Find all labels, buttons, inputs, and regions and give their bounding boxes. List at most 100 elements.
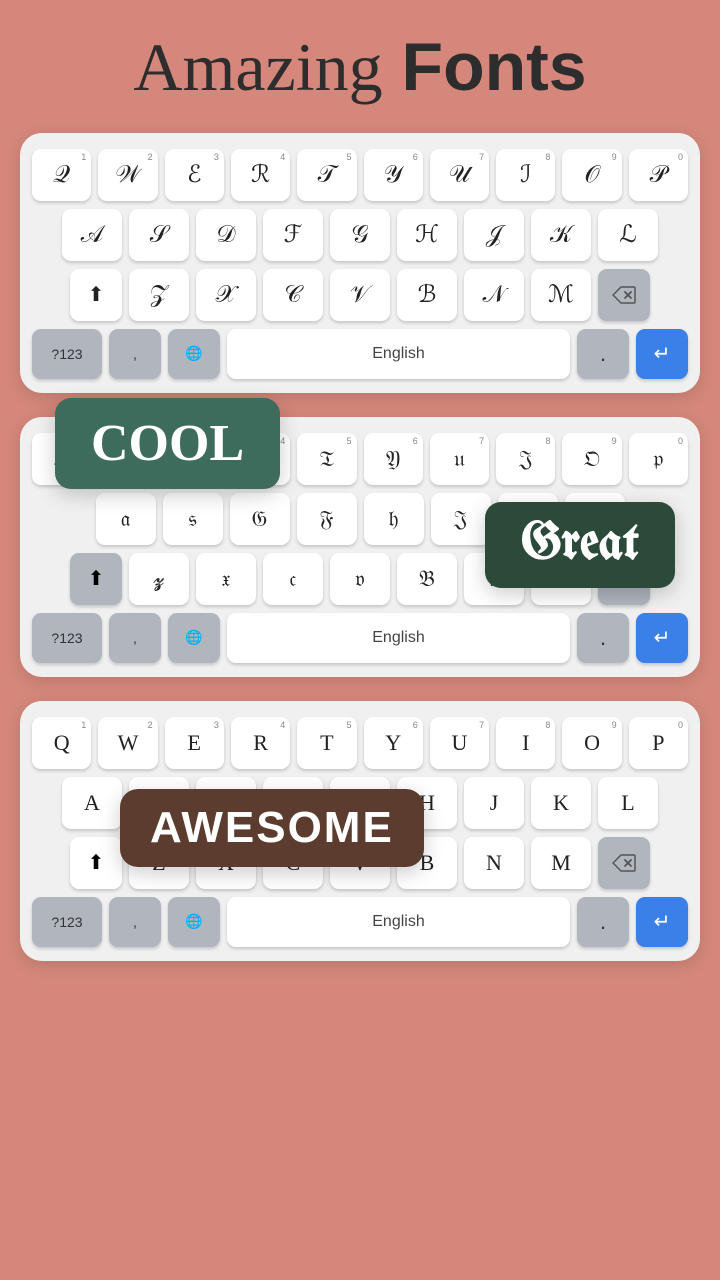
key-u[interactable]: 7𝒰 — [430, 149, 489, 201]
key2-x[interactable]: 𝔵 — [196, 553, 256, 605]
num-key-2[interactable]: ?123 — [32, 613, 102, 663]
comma-key-2[interactable]: , — [109, 613, 161, 663]
key-z[interactable]: 𝒵 — [129, 269, 189, 321]
key-k[interactable]: 𝒦 — [531, 209, 591, 261]
key3-n[interactable]: N — [464, 837, 524, 889]
key2-y[interactable]: 6𝔜 — [364, 433, 423, 485]
key3-g[interactable]: G — [330, 777, 390, 829]
key3-p[interactable]: 0P — [629, 717, 688, 769]
key2-w[interactable]: 2𝔚 — [98, 433, 157, 485]
key2-n[interactable]: 𝔫 — [464, 553, 524, 605]
key-j[interactable]: 𝒥 — [464, 209, 524, 261]
comma-key-3[interactable]: , — [109, 897, 161, 947]
key-e[interactable]: 3ℰ — [165, 149, 224, 201]
space-key-3[interactable]: English — [227, 897, 570, 947]
key-m[interactable]: ℳ — [531, 269, 591, 321]
dot-key-2[interactable]: . — [577, 613, 629, 663]
key2-g[interactable]: 𝔊 — [230, 493, 290, 545]
key3-y[interactable]: 6Y — [364, 717, 423, 769]
key-o[interactable]: 9𝒪 — [562, 149, 621, 201]
key3-x[interactable]: X — [196, 837, 256, 889]
key-h[interactable]: ℋ — [397, 209, 457, 261]
key2-q[interactable]: 1𝔔 — [32, 433, 91, 485]
key2-m[interactable]: 𝔪 — [531, 553, 591, 605]
dot-key-3[interactable]: . — [577, 897, 629, 947]
key3-l[interactable]: L — [598, 777, 658, 829]
key2-e[interactable]: 3𝔈 — [165, 433, 224, 485]
globe-key-3[interactable]: 🌐 — [168, 897, 220, 947]
key-y[interactable]: 6𝒴 — [364, 149, 423, 201]
key-d[interactable]: 𝒟 — [196, 209, 256, 261]
key2-f[interactable]: 𝔉 — [297, 493, 357, 545]
key3-e[interactable]: 3E — [165, 717, 224, 769]
key2-k[interactable]: 𝔎 — [498, 493, 558, 545]
key-c[interactable]: 𝒞 — [263, 269, 323, 321]
key2-h[interactable]: 𝔥 — [364, 493, 424, 545]
key2-i[interactable]: 8𝔍 — [496, 433, 555, 485]
key-v[interactable]: 𝒱 — [330, 269, 390, 321]
key2-o[interactable]: 9𝔒 — [562, 433, 621, 485]
key3-s[interactable]: S — [129, 777, 189, 829]
key-n[interactable]: 𝒩 — [464, 269, 524, 321]
key3-w[interactable]: 2W — [98, 717, 157, 769]
key-i[interactable]: 8ℐ — [496, 149, 555, 201]
comma-key-1[interactable]: , — [109, 329, 161, 379]
key-a[interactable]: 𝒜 — [62, 209, 122, 261]
key3-q[interactable]: 1Q — [32, 717, 91, 769]
space-key-1[interactable]: English — [227, 329, 570, 379]
key-f[interactable]: ℱ — [263, 209, 323, 261]
key-r[interactable]: 4ℛ — [231, 149, 290, 201]
key2-r[interactable]: 4𝔯 — [231, 433, 290, 485]
key3-r[interactable]: 4R — [231, 717, 290, 769]
globe-key-2[interactable]: 🌐 — [168, 613, 220, 663]
key2-b[interactable]: 𝔅 — [397, 553, 457, 605]
key-w[interactable]: 2𝒲 — [98, 149, 157, 201]
key3-d[interactable]: D — [196, 777, 256, 829]
key-q[interactable]: 1𝒬 — [32, 149, 91, 201]
key-s[interactable]: 𝒮 — [129, 209, 189, 261]
key3-b[interactable]: B — [397, 837, 457, 889]
key2-s[interactable]: 𝔰 — [163, 493, 223, 545]
delete-key-1[interactable] — [598, 269, 650, 321]
delete-key-3[interactable] — [598, 837, 650, 889]
shift-key-2[interactable]: ⬆ — [70, 553, 122, 605]
key2-p[interactable]: 0𝔭 — [629, 433, 688, 485]
key-g[interactable]: 𝒢 — [330, 209, 390, 261]
key3-o[interactable]: 9O — [562, 717, 621, 769]
num-key-3[interactable]: ?123 — [32, 897, 102, 947]
key-t[interactable]: 5𝒯 — [297, 149, 356, 201]
num-key-1[interactable]: ?123 — [32, 329, 102, 379]
enter-key-1[interactable]: ↵ — [636, 329, 688, 379]
key3-j[interactable]: J — [464, 777, 524, 829]
key2-a[interactable]: 𝔞 — [96, 493, 156, 545]
key3-u[interactable]: 7U — [430, 717, 489, 769]
globe-key-1[interactable]: 🌐 — [168, 329, 220, 379]
key2-u[interactable]: 7𝔲 — [430, 433, 489, 485]
key2-z[interactable]: 𝔃 — [129, 553, 189, 605]
key3-k[interactable]: K — [531, 777, 591, 829]
key3-z[interactable]: Z — [129, 837, 189, 889]
key3-a[interactable]: A — [62, 777, 122, 829]
key-l[interactable]: ℒ — [598, 209, 658, 261]
enter-key-3[interactable]: ↵ — [636, 897, 688, 947]
key3-i[interactable]: 8I — [496, 717, 555, 769]
key2-c[interactable]: 𝔠 — [263, 553, 323, 605]
dot-key-1[interactable]: . — [577, 329, 629, 379]
key2-t[interactable]: 5𝔗 — [297, 433, 356, 485]
delete-key-2[interactable] — [598, 553, 650, 605]
key2-j[interactable]: 𝔍 — [431, 493, 491, 545]
space-key-2[interactable]: English — [227, 613, 570, 663]
enter-key-2[interactable]: ↵ — [636, 613, 688, 663]
key-x[interactable]: 𝒳 — [196, 269, 256, 321]
key3-m[interactable]: M — [531, 837, 591, 889]
key-b[interactable]: ℬ — [397, 269, 457, 321]
shift-key-3[interactable]: ⬆ — [70, 837, 122, 889]
key3-c[interactable]: C — [263, 837, 323, 889]
key3-h[interactable]: H — [397, 777, 457, 829]
key-p[interactable]: 0𝒫 — [629, 149, 688, 201]
shift-key-1[interactable]: ⬆ — [70, 269, 122, 321]
key3-v[interactable]: V — [330, 837, 390, 889]
key2-v[interactable]: 𝔳 — [330, 553, 390, 605]
key3-f[interactable]: F — [263, 777, 323, 829]
key2-l[interactable]: 𝔏 — [565, 493, 625, 545]
